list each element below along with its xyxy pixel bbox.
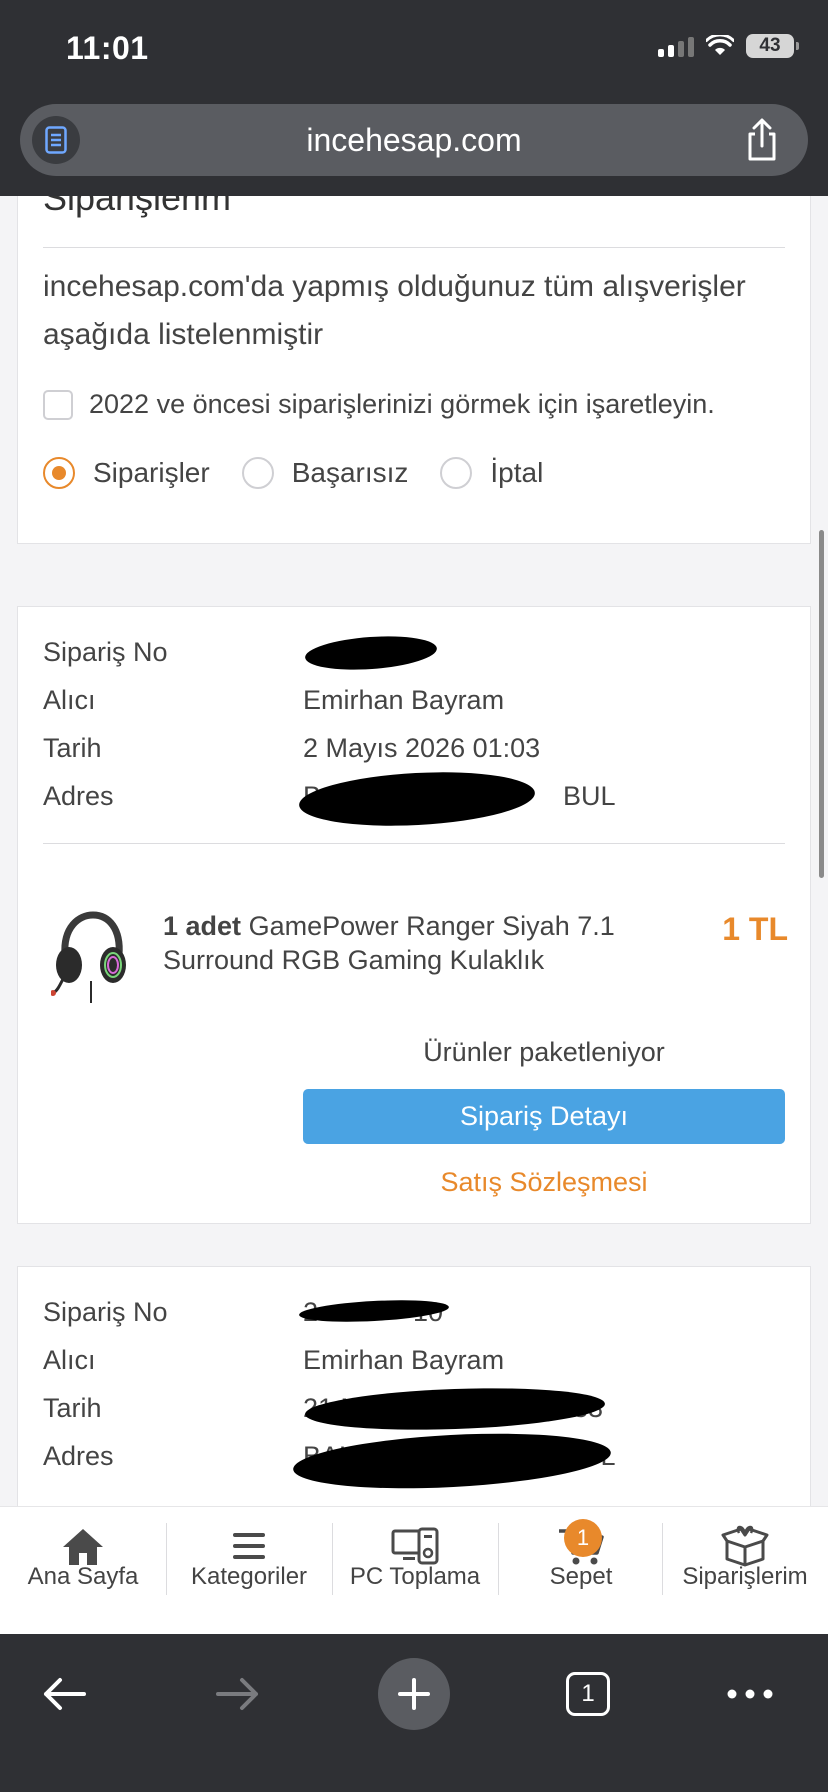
nav-cart-label: Sepet [549, 1563, 613, 1590]
address-value-end: BUL [563, 781, 616, 811]
old-orders-label: 2022 ve öncesi siparişlerinizi görmek iç… [89, 389, 715, 419]
new-tab-button[interactable] [378, 1658, 450, 1730]
browser-bottom-toolbar: 1 [0, 1634, 828, 1792]
filter-cancelled-label: İptal [490, 457, 544, 488]
redaction-scribble [297, 766, 537, 832]
browser-top-chrome: 11:01 43 incehesap.com [0, 0, 828, 196]
filter-orders[interactable]: Siparişler [43, 457, 210, 489]
product-quantity: 1 adet [163, 911, 242, 941]
nav-my-orders[interactable]: Siparişlerim [662, 1507, 828, 1607]
tab-count: 1 [566, 1672, 610, 1716]
date-label: Tarih [43, 733, 102, 763]
product-price: 1 TL [722, 911, 788, 947]
share-icon [748, 118, 776, 161]
nav-pc-build-label: PC Toplama [349, 1563, 481, 1590]
old-orders-checkbox[interactable] [43, 389, 73, 420]
order-item[interactable]: 1 adet GamePower Ranger Siyah 7.1 Surrou… [43, 907, 788, 1017]
product-description[interactable]: 1 adet GamePower Ranger Siyah 7.1 Surrou… [163, 909, 633, 977]
status-time: 11:01 [66, 30, 149, 66]
redaction-scribble [291, 1426, 613, 1496]
recipient-value: Emirhan Bayram [303, 1345, 505, 1375]
order-card: Sipariş No Alıcı Emirhan Bayram Tarih 2 … [17, 606, 811, 1224]
signal-icon [658, 35, 694, 57]
app-bottom-nav: Ana Sayfa Kategoriler PC Toplama 1 Sepet [0, 1506, 828, 1634]
share-button[interactable] [742, 118, 782, 162]
tabs-button[interactable]: 1 [552, 1658, 624, 1730]
radio-cancelled[interactable] [440, 457, 473, 489]
package-icon [721, 1525, 769, 1567]
filter-failed-label: Başarısız [291, 457, 409, 488]
recipient-label: Alıcı [43, 685, 96, 715]
sales-contract-link[interactable]: Satış Sözleşmesi [303, 1167, 785, 1198]
url-text[interactable]: incehesap.com [20, 122, 808, 159]
address-label: Adres [43, 781, 114, 811]
old-orders-option[interactable]: 2022 ve öncesi siparişlerinizi görmek iç… [43, 389, 715, 420]
cart-count-badge: 1 [564, 1519, 602, 1557]
nav-my-orders-label: Siparişlerim [682, 1563, 808, 1590]
menu-icon [233, 1533, 265, 1559]
battery-indicator: 43 [746, 34, 799, 58]
recipient-value: Emirhan Bayram [303, 685, 505, 715]
headset-product-image [51, 911, 126, 1003]
arrow-right-icon [216, 1678, 258, 1710]
page-title: Siparişlerim [43, 196, 232, 218]
nav-home[interactable]: Ana Sayfa [0, 1507, 166, 1607]
date-value: 2 Mayıs 2026 01:03 [303, 733, 541, 763]
divider [43, 247, 785, 248]
date-label: Tarih [43, 1393, 102, 1423]
radio-failed[interactable] [241, 457, 274, 489]
status-indicators: 43 [658, 34, 799, 58]
page-scrollbar[interactable] [819, 530, 824, 878]
radio-orders[interactable] [43, 457, 75, 489]
nav-categories[interactable]: Kategoriler [166, 1507, 332, 1607]
orders-header-card: Siparişlerim incehesap.com'da yapmış old… [17, 196, 811, 544]
page-content: Siparişlerim incehesap.com'da yapmış old… [0, 196, 828, 1506]
divider [43, 843, 785, 844]
order-card: Sipariş No 2 10 Alıcı Emirhan Bayram Tar… [17, 1266, 811, 1506]
wifi-icon [706, 35, 734, 55]
address-label: Adres [43, 1441, 114, 1471]
nav-categories-label: Kategoriler [190, 1563, 308, 1590]
recipient-label: Alıcı [43, 1345, 96, 1375]
forward-button[interactable] [202, 1658, 274, 1730]
more-dots-icon [727, 1689, 773, 1699]
nav-pc-build[interactable]: PC Toplama [332, 1507, 498, 1607]
home-icon [63, 1529, 103, 1565]
filter-cancelled[interactable]: İptal [440, 457, 543, 489]
redaction-scribble [304, 632, 438, 674]
pc-build-icon [391, 1527, 439, 1565]
order-detail-button[interactable]: Sipariş Detayı [303, 1089, 785, 1144]
order-no-label: Sipariş No [43, 637, 168, 667]
plus-icon [398, 1678, 430, 1710]
nav-home-label: Ana Sayfa [27, 1563, 139, 1590]
filter-failed[interactable]: Başarısız [241, 457, 409, 489]
more-menu-button[interactable] [714, 1658, 786, 1730]
arrow-left-icon [44, 1678, 86, 1710]
filter-orders-label: Siparişler [93, 457, 210, 488]
back-button[interactable] [28, 1658, 100, 1730]
order-status: Ürünler paketleniyor [423, 1037, 665, 1067]
order-no-label: Sipariş No [43, 1297, 168, 1327]
intro-text: incehesap.com'da yapmış olduğunuz tüm al… [43, 270, 746, 351]
order-filter-radios: Siparişler Başarısız İptal [43, 457, 575, 489]
address-bar[interactable]: incehesap.com [20, 104, 808, 176]
redaction-scribble [304, 1383, 606, 1435]
nav-cart[interactable]: 1 Sepet [498, 1507, 664, 1607]
